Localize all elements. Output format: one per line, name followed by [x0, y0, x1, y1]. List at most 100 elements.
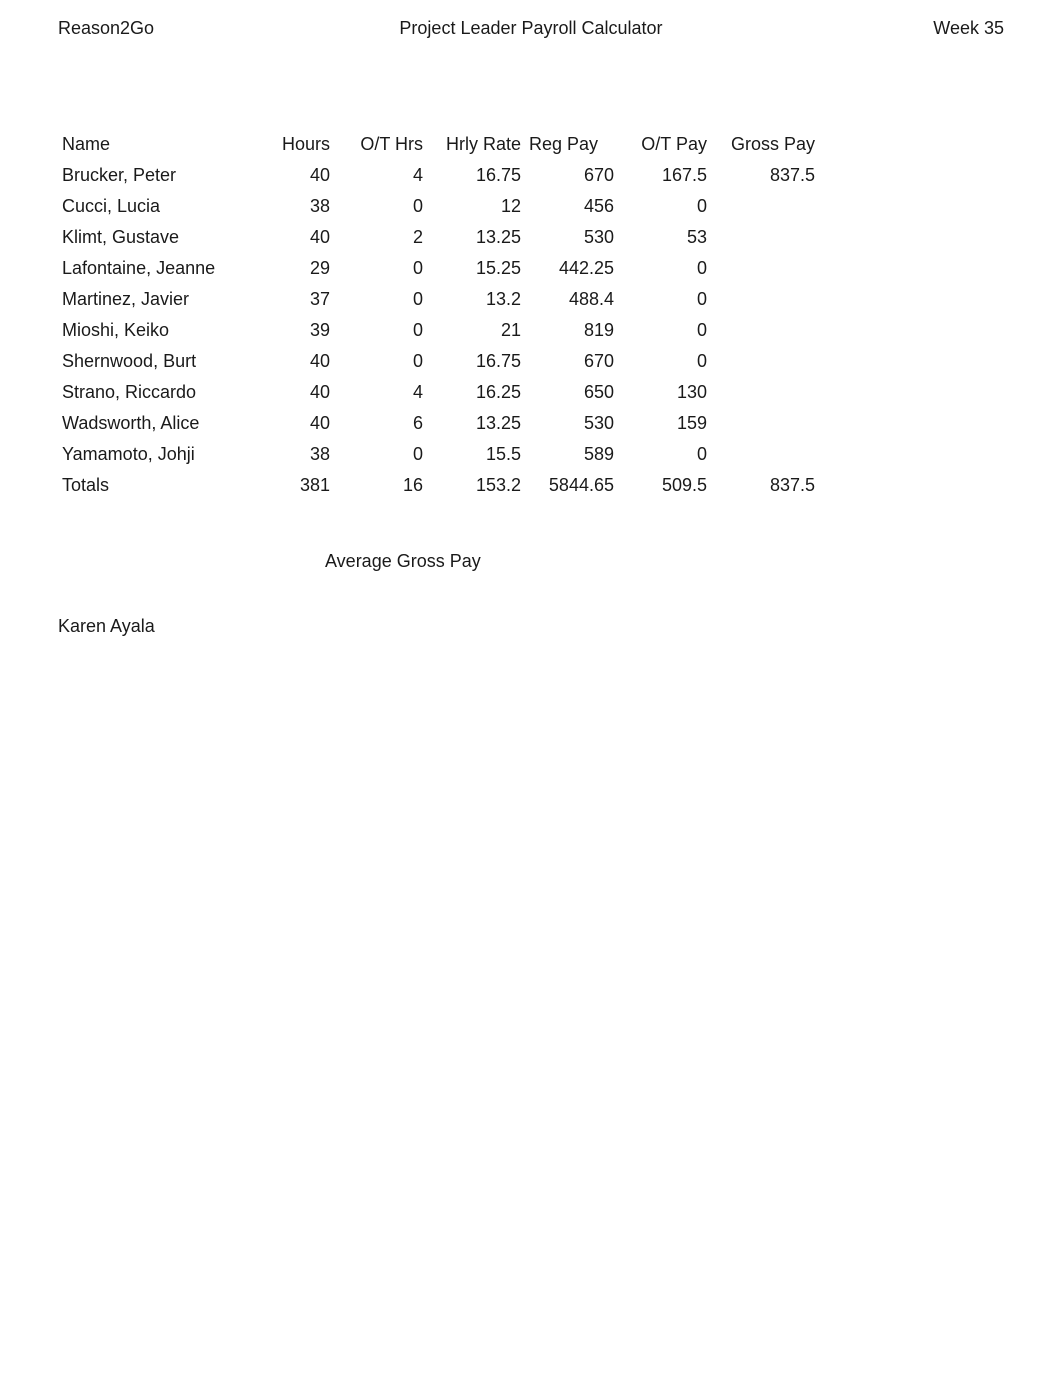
cell-ot-pay: 53: [618, 222, 711, 253]
cell-name: Mioshi, Keiko: [58, 315, 241, 346]
cell-reg-pay: 819: [525, 315, 618, 346]
cell-ot-pay: 0: [618, 439, 711, 470]
cell-ot-hrs: 0: [334, 253, 427, 284]
cell-ot-pay: 0: [618, 253, 711, 284]
cell-hours: 38: [241, 191, 334, 222]
cell-gross-pay: [711, 439, 819, 470]
table-row: Strano, Riccardo40416.25650130: [58, 377, 819, 408]
cell-hours: 39: [241, 315, 334, 346]
table-row: Mioshi, Keiko390218190: [58, 315, 819, 346]
cell-ot-pay: 130: [618, 377, 711, 408]
cell-name: Yamamoto, Johji: [58, 439, 241, 470]
cell-hrly-rate: 13.25: [427, 408, 525, 439]
cell-hours: 40: [241, 377, 334, 408]
payroll-document: Reason2Go Project Leader Payroll Calcula…: [0, 0, 1062, 637]
week-label: Week 35: [768, 18, 1005, 39]
cell-gross-pay: [711, 284, 819, 315]
cell-ot-pay: 0: [618, 315, 711, 346]
totals-row: Totals 381 16 153.2 5844.65 509.5 837.5: [58, 470, 819, 501]
cell-gross-pay: [711, 377, 819, 408]
cell-hours: 37: [241, 284, 334, 315]
cell-ot-hrs: 0: [334, 191, 427, 222]
col-ot-pay: O/T Pay: [618, 129, 711, 160]
cell-hrly-rate: 16.75: [427, 160, 525, 191]
cell-hrly-rate: 16.75: [427, 346, 525, 377]
cell-hrly-rate: 13.25: [427, 222, 525, 253]
totals-reg-pay: 5844.65: [525, 470, 618, 501]
cell-gross-pay: 837.5: [711, 160, 819, 191]
cell-reg-pay: 650: [525, 377, 618, 408]
cell-hours: 29: [241, 253, 334, 284]
document-title: Project Leader Payroll Calculator: [295, 18, 768, 39]
cell-ot-pay: 159: [618, 408, 711, 439]
cell-reg-pay: 530: [525, 222, 618, 253]
cell-ot-hrs: 4: [334, 160, 427, 191]
company-name: Reason2Go: [58, 18, 295, 39]
totals-ot-hrs: 16: [334, 470, 427, 501]
totals-label: Totals: [58, 470, 241, 501]
cell-name: Wadsworth, Alice: [58, 408, 241, 439]
table-row: Cucci, Lucia380124560: [58, 191, 819, 222]
cell-ot-pay: 0: [618, 191, 711, 222]
cell-reg-pay: 442.25: [525, 253, 618, 284]
cell-ot-hrs: 2: [334, 222, 427, 253]
cell-hours: 38: [241, 439, 334, 470]
cell-hours: 40: [241, 160, 334, 191]
cell-gross-pay: [711, 408, 819, 439]
cell-reg-pay: 456: [525, 191, 618, 222]
cell-hrly-rate: 21: [427, 315, 525, 346]
cell-name: Klimt, Gustave: [58, 222, 241, 253]
cell-hours: 40: [241, 346, 334, 377]
cell-name: Shernwood, Burt: [58, 346, 241, 377]
cell-reg-pay: 589: [525, 439, 618, 470]
col-hrly-rate: Hrly Rate: [427, 129, 525, 160]
cell-name: Strano, Riccardo: [58, 377, 241, 408]
cell-hrly-rate: 15.5: [427, 439, 525, 470]
table-row: Yamamoto, Johji38015.55890: [58, 439, 819, 470]
cell-name: Brucker, Peter: [58, 160, 241, 191]
cell-reg-pay: 670: [525, 160, 618, 191]
cell-hours: 40: [241, 222, 334, 253]
cell-ot-hrs: 0: [334, 284, 427, 315]
table-row: Lafontaine, Jeanne29015.25442.250: [58, 253, 819, 284]
cell-gross-pay: [711, 222, 819, 253]
cell-ot-pay: 0: [618, 346, 711, 377]
cell-hrly-rate: 16.25: [427, 377, 525, 408]
totals-hrly-rate: 153.2: [427, 470, 525, 501]
cell-ot-hrs: 6: [334, 408, 427, 439]
col-name: Name: [58, 129, 241, 160]
cell-ot-hrs: 0: [334, 346, 427, 377]
average-gross-pay-label: Average Gross Pay: [58, 551, 1004, 572]
table-row: Klimt, Gustave40213.2553053: [58, 222, 819, 253]
cell-reg-pay: 670: [525, 346, 618, 377]
table-row: Martinez, Javier37013.2488.40: [58, 284, 819, 315]
col-hours: Hours: [241, 129, 334, 160]
cell-gross-pay: [711, 346, 819, 377]
cell-hrly-rate: 13.2: [427, 284, 525, 315]
totals-hours: 381: [241, 470, 334, 501]
cell-reg-pay: 488.4: [525, 284, 618, 315]
cell-reg-pay: 530: [525, 408, 618, 439]
cell-ot-pay: 167.5: [618, 160, 711, 191]
table-row: Shernwood, Burt40016.756700: [58, 346, 819, 377]
payroll-table: Name Hours O/T Hrs Hrly Rate Reg Pay O/T…: [58, 129, 819, 501]
document-header: Reason2Go Project Leader Payroll Calcula…: [58, 18, 1004, 39]
cell-ot-pay: 0: [618, 284, 711, 315]
cell-ot-hrs: 0: [334, 439, 427, 470]
cell-gross-pay: [711, 191, 819, 222]
author-name: Karen Ayala: [58, 616, 1004, 637]
cell-ot-hrs: 4: [334, 377, 427, 408]
col-ot-hrs: O/T Hrs: [334, 129, 427, 160]
cell-name: Martinez, Javier: [58, 284, 241, 315]
table-row: Brucker, Peter40416.75670167.5837.5: [58, 160, 819, 191]
totals-gross-pay: 837.5: [711, 470, 819, 501]
col-gross-pay: Gross Pay: [711, 129, 819, 160]
cell-gross-pay: [711, 253, 819, 284]
table-row: Wadsworth, Alice40613.25530159: [58, 408, 819, 439]
cell-hrly-rate: 12: [427, 191, 525, 222]
cell-name: Lafontaine, Jeanne: [58, 253, 241, 284]
cell-ot-hrs: 0: [334, 315, 427, 346]
cell-name: Cucci, Lucia: [58, 191, 241, 222]
totals-ot-pay: 509.5: [618, 470, 711, 501]
cell-hours: 40: [241, 408, 334, 439]
